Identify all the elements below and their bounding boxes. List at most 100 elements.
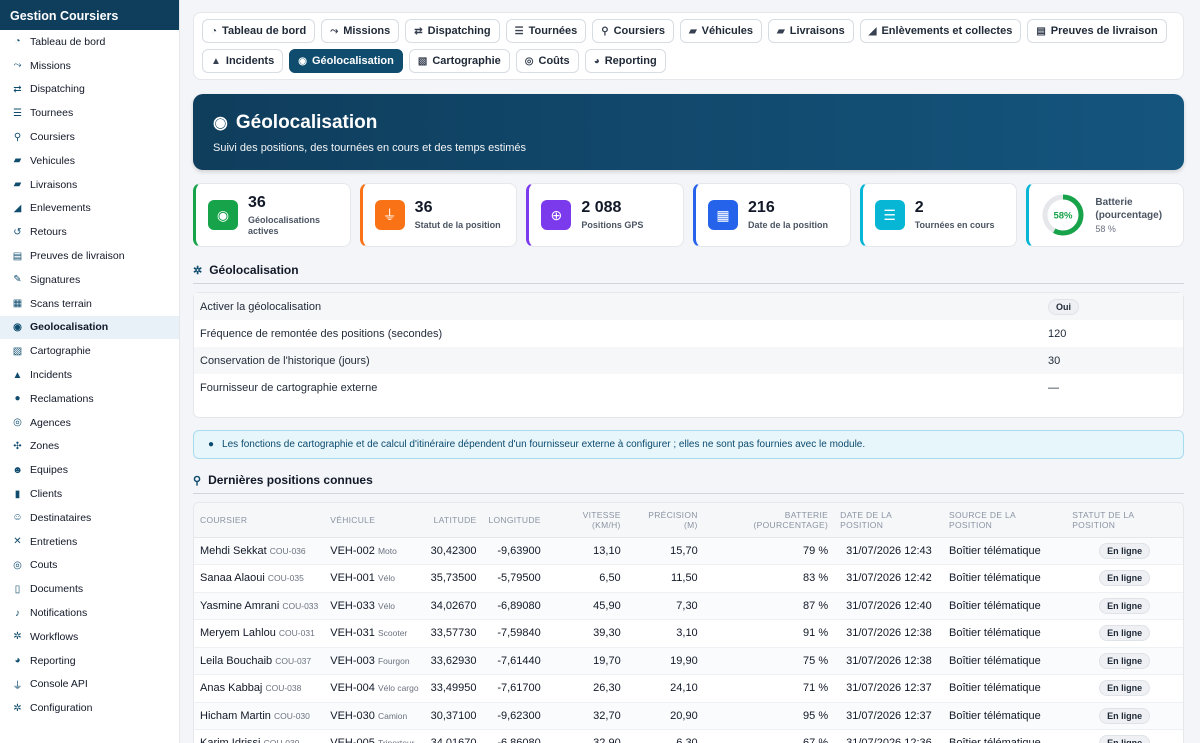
kpi-card: ◉ 36 Géolocalisations actives: [193, 183, 351, 247]
sidebar-item-label: Documents: [30, 583, 84, 596]
sidebar-item-destinataires[interactable]: ☺ Destinataires: [0, 506, 179, 530]
table-row[interactable]: Leila Bouchaib COU-037 VEH-003 Fourgon 33,…: [194, 647, 1183, 675]
cell-courier: Anas Kabbaj COU-038: [194, 674, 325, 703]
warning-icon: ▲: [12, 369, 23, 381]
sidebar-item-retours[interactable]: ↺ Retours: [0, 220, 179, 244]
sidebar-item-agences[interactable]: ◎ Agences: [0, 411, 179, 435]
sidebar-item-label: Enlevements: [30, 202, 91, 215]
table-row[interactable]: Meryem Lahlou COU-031 VEH-031 Scooter 33,5…: [194, 619, 1183, 648]
settings-key: Fournisseur de cartographie externe: [200, 381, 378, 394]
tab-incidents[interactable]: ▲ Incidents: [202, 49, 284, 73]
sidebar-item-reclamations[interactable]: ● Reclamations: [0, 387, 179, 411]
settings-row: Fournisseur de cartographie externe —: [194, 374, 1183, 401]
table-row[interactable]: Yasmine Amrani COU-033 VEH-033 Vélo 34,026…: [194, 592, 1183, 620]
sidebar-item-workflows[interactable]: ✲ Workflows: [0, 625, 179, 649]
cell-prec: 6,30: [626, 729, 704, 743]
positions-table-wrap: Coursier Véhicule Latitude Longitude Vitesse…: [193, 502, 1184, 743]
table-row[interactable]: Hicham Martin COU-030 VEH-030 Camion 30,37…: [194, 702, 1183, 730]
tab-coursiers[interactable]: ⚲ Coursiers: [592, 19, 674, 43]
courier-name: Meryem Lahlou: [200, 627, 276, 640]
vehicle-id: VEH-031: [330, 627, 375, 640]
cell-date: 31/07/2026 12:37: [834, 674, 944, 703]
info-alert: ● Les fonctions de cartographie et de ca…: [193, 430, 1184, 459]
sidebar-item-preuves-de-livraison[interactable]: ▤ Preuves de livraison: [0, 244, 179, 268]
tab-preuves-de-livraison[interactable]: ▤ Preuves de livraison: [1027, 19, 1167, 43]
sidebar-item-scans-terrain[interactable]: ▦ Scans terrain: [0, 292, 179, 316]
cell-status: En ligne: [1066, 592, 1183, 620]
sidebar-item-equipes[interactable]: ☻ Equipes: [0, 458, 179, 482]
sidebar-item-tournees[interactable]: ☰ Tournees: [0, 101, 179, 125]
cell-prec: 11,50: [626, 564, 704, 593]
column-header: Véhicule: [324, 503, 425, 538]
battery-label: Batterie (pourcentage): [1095, 197, 1163, 221]
sidebar-item-reporting[interactable]: ◕ Reporting: [0, 649, 179, 673]
cell-speed: 32,90: [546, 729, 627, 743]
sidebar-item-dispatching[interactable]: ⇄ Dispatching: [0, 78, 179, 102]
vehicle-id: VEH-002: [330, 544, 375, 557]
sidebar-item-cartographie[interactable]: ▧ Cartographie: [0, 339, 179, 363]
sidebar-item-label: Vehicules: [30, 154, 75, 167]
sidebar-item-tableau-de-bord[interactable]: ◔ Tableau de bord: [0, 30, 179, 54]
sidebar-item-console-api[interactable]: ⏚ Console API: [0, 673, 179, 697]
cell-batt: 87 %: [703, 592, 835, 620]
tab-enlevements-et-collectes[interactable]: ◢ Enlèvements et collectes: [859, 19, 1022, 43]
tab-cartographie[interactable]: ▧ Cartographie: [408, 49, 510, 73]
bicycle-icon: ⚲: [13, 131, 22, 143]
file-icon: ▯: [14, 583, 21, 595]
table-row[interactable]: Anas Kabbaj COU-038 VEH-004 Vélo cargo 33,…: [194, 674, 1183, 703]
sidebar-item-enlevements[interactable]: ◢ Enlevements: [0, 197, 179, 221]
tab-label: Enlèvements et collectes: [881, 25, 1013, 37]
sidebar-item-configuration[interactable]: ✲ Configuration: [0, 696, 179, 720]
sidebar-item-notifications[interactable]: ♪ Notifications: [0, 601, 179, 625]
cell-batt: 67 %: [703, 729, 835, 743]
tab-tournees[interactable]: ☰ Tournées: [505, 19, 587, 43]
sidebar-item-label: Couts: [30, 559, 58, 572]
sidebar-item-clients[interactable]: ▮ Clients: [0, 482, 179, 506]
sidebar-item-livraisons[interactable]: ▰ Livraisons: [0, 173, 179, 197]
tab-vehicules[interactable]: ▰ Véhicules: [679, 19, 763, 43]
sidebar-item-coursiers[interactable]: ⚲ Coursiers: [0, 125, 179, 149]
tab-geolocalisation[interactable]: ◉ Géolocalisation: [289, 49, 403, 73]
sidebar-item-documents[interactable]: ▯ Documents: [0, 577, 179, 601]
cell-prec: 19,90: [626, 647, 704, 675]
courier-name: Hicham Martin: [200, 709, 271, 722]
sidebar-item-geolocalisation[interactable]: ◉ Geolocalisation: [0, 315, 179, 340]
sidebar-item-label: Scans terrain: [30, 297, 92, 310]
sidebar-item-couts[interactable]: ◎ Couts: [0, 554, 179, 578]
sidebar-item-label: Geolocalisation: [30, 321, 109, 334]
cell-lon: -5,79500: [482, 564, 547, 593]
sidebar-item-vehicules[interactable]: ▰ Vehicules: [0, 149, 179, 173]
sidebar-item-signatures[interactable]: ✎ Signatures: [0, 268, 179, 292]
cell-source: Boîtier télématique: [943, 537, 1067, 565]
sidebar-item-entretiens[interactable]: ✕ Entretiens: [0, 530, 179, 554]
tab-tableau-de-bord[interactable]: ◔ Tableau de bord: [202, 19, 316, 43]
tab-couts[interactable]: ◎ Coûts: [515, 49, 579, 73]
table-row[interactable]: Mehdi Sekkat COU-036 VEH-002 Moto 30,42300…: [194, 537, 1183, 565]
table-row[interactable]: Karim Idrissi COU-039VEH-005 Triporteur3…: [194, 729, 1183, 743]
tab-label: Cartographie: [432, 55, 501, 67]
kpi-label: Positions GPS: [581, 220, 644, 230]
hand-package-icon: ◢: [868, 25, 877, 37]
satellite-dish-icon: ◉: [213, 113, 228, 132]
sidebar-item-zones[interactable]: ✣ Zones: [0, 435, 179, 459]
tab-missions[interactable]: ⤳ Missions: [321, 19, 400, 43]
settings-key: Activer la géolocalisation: [200, 300, 322, 313]
cell-lat: 33,62930: [424, 647, 483, 675]
bicycle-icon: ⚲: [601, 25, 609, 37]
tab-reporting[interactable]: ◕ Reporting: [584, 49, 666, 73]
column-header: Longitude: [482, 503, 547, 538]
tab-dispatching[interactable]: ⇄ Dispatching: [405, 19, 500, 43]
page-title-text: Géolocalisation: [235, 112, 378, 133]
kpi-text: 36 Géolocalisations actives: [248, 194, 338, 237]
cell-batt: 83 %: [703, 564, 835, 593]
courier-name: Leila Bouchaib: [200, 654, 273, 667]
sidebar-item-incidents[interactable]: ▲ Incidents: [0, 363, 179, 387]
network-icon: ✣: [13, 440, 22, 452]
sidebar-item-missions[interactable]: ⤳ Missions: [0, 54, 179, 78]
cell-courier: Hicham Martin COU-030: [194, 702, 325, 730]
table-row[interactable]: Sanaa Alaoui COU-035 VEH-001 Vélo 35,73500…: [194, 564, 1183, 593]
tab-livraisons[interactable]: ▰ Livraisons: [768, 19, 854, 43]
status-badge: En ligne: [1099, 652, 1151, 669]
status-badge: En ligne: [1099, 570, 1151, 587]
sidebar-item-label: Reporting: [30, 654, 76, 667]
